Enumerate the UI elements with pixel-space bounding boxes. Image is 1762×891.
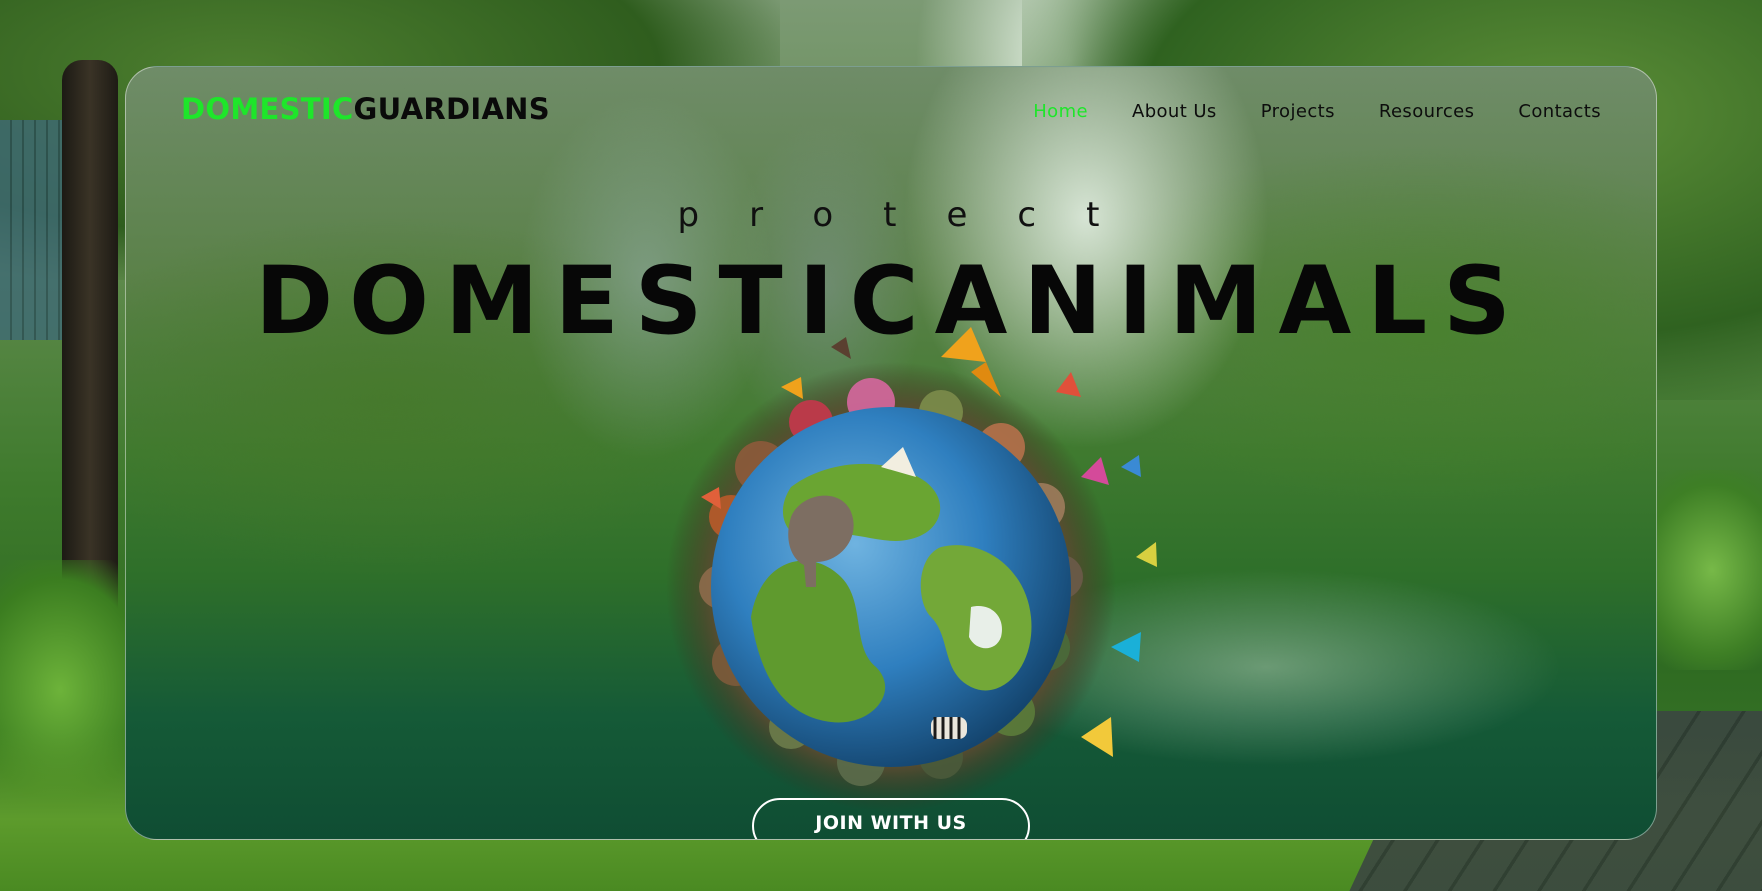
nav-item-contacts[interactable]: Contacts bbox=[1518, 101, 1601, 122]
globe-illustration bbox=[666, 327, 1157, 812]
nav-item-resources[interactable]: Resources bbox=[1379, 101, 1475, 122]
join-with-us-button[interactable]: JOIN WITH US bbox=[752, 798, 1030, 839]
hero-glass-card: DOMESTICGUARDIANS Home About Us Projects… bbox=[125, 66, 1657, 840]
logo-part-accent: DOMESTIC bbox=[181, 92, 354, 126]
site-logo[interactable]: DOMESTICGUARDIANS bbox=[181, 92, 550, 126]
nav-item-projects[interactable]: Projects bbox=[1261, 101, 1335, 122]
nav-item-about-us[interactable]: About Us bbox=[1132, 101, 1217, 122]
logo-part-dark: GUARDIANS bbox=[353, 92, 550, 126]
nav-item-home[interactable]: Home bbox=[1033, 101, 1088, 122]
main-navigation: Home About Us Projects Resources Contact… bbox=[1033, 101, 1601, 122]
earth-globe-with-animals-and-butterflies-icon bbox=[641, 317, 1161, 837]
hero-kicker: protect bbox=[677, 195, 1150, 235]
